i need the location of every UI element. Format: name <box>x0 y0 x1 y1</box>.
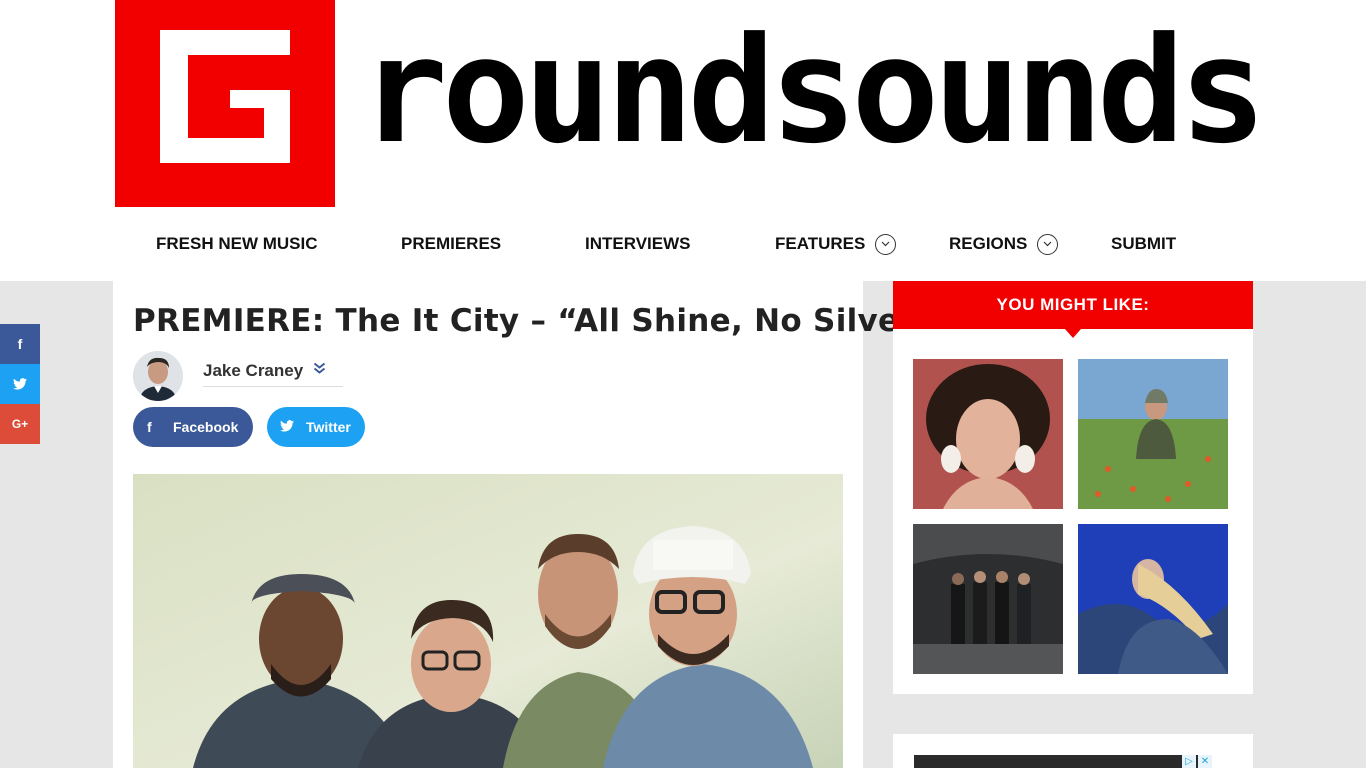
facebook-icon: f <box>17 336 23 352</box>
related-post-thumbnail[interactable] <box>913 359 1063 509</box>
author-divider <box>203 386 343 387</box>
twitter-bird-icon <box>280 419 306 435</box>
twitter-bird-icon <box>13 378 27 390</box>
related-post-thumbnail[interactable] <box>1078 359 1228 509</box>
nav-regions[interactable]: REGIONS <box>949 222 1059 266</box>
sidebar-heading: YOU MIGHT LIKE: <box>893 281 1253 329</box>
share-twitter-pill-button[interactable]: Twitter <box>267 407 365 447</box>
author-name[interactable]: Jake Craney <box>203 361 303 381</box>
advertisement-widget: ▷ ✕ <box>893 734 1253 768</box>
heading-pointer <box>1065 329 1081 338</box>
share-twitter-button[interactable] <box>0 364 40 404</box>
nav-label: INTERVIEWS <box>585 234 691 253</box>
nav-label: REGIONS <box>949 234 1028 253</box>
double-chevron-down-icon[interactable] <box>313 362 326 378</box>
main-nav: FRESH NEW MUSIC PREMIERES INTERVIEWS FEA… <box>0 222 1366 266</box>
nav-label: PREMIERES <box>401 234 502 253</box>
share-facebook-pill-button[interactable]: f Facebook <box>133 407 253 447</box>
nav-features[interactable]: FEATURES <box>775 222 897 266</box>
logo-g-shape <box>160 30 290 163</box>
nav-submit[interactable]: SUBMIT <box>1111 222 1176 266</box>
nav-fresh-new-music[interactable]: FRESH NEW MUSIC <box>156 222 318 266</box>
nav-label: FRESH NEW MUSIC <box>156 234 318 253</box>
nav-label: FEATURES <box>775 234 866 253</box>
floating-share-bar: f G+ <box>0 324 40 444</box>
hero-band-photo <box>133 474 843 768</box>
nav-premieres[interactable]: PREMIERES <box>401 222 501 266</box>
twitter-label: Twitter <box>306 419 351 435</box>
ad-choices-icon[interactable]: ▷ <box>1182 755 1196 768</box>
post-title: PREMIERE: The It City – “All Shine, No S… <box>133 303 937 339</box>
share-facebook-button[interactable]: f <box>0 324 40 364</box>
chevron-down-icon[interactable] <box>875 233 897 255</box>
author-avatar[interactable] <box>133 351 183 401</box>
related-post-thumbnail[interactable] <box>913 524 1063 674</box>
site-header: roundsounds FRESH NEW MUSIC PREMIERES IN… <box>0 0 1366 281</box>
related-post-thumbnail[interactable] <box>1078 524 1228 674</box>
chevron-down-icon[interactable] <box>1037 233 1059 255</box>
google-plus-icon: G+ <box>11 417 29 431</box>
ad-controls: ▷ ✕ <box>1182 755 1212 768</box>
article-main: PREMIERE: The It City – “All Shine, No S… <box>113 281 936 768</box>
nav-label: SUBMIT <box>1111 234 1177 253</box>
nav-interviews[interactable]: INTERVIEWS <box>585 222 690 266</box>
sidebar-you-might-like: YOU MIGHT LIKE: <box>893 281 1253 694</box>
share-google-plus-button[interactable]: G+ <box>0 404 40 444</box>
logo-g-icon[interactable] <box>115 0 335 207</box>
close-icon[interactable]: ✕ <box>1198 755 1212 768</box>
logo-wordmark[interactable]: roundsounds <box>360 18 1267 164</box>
ad-banner[interactable]: ▷ ✕ <box>914 755 1212 768</box>
facebook-label: Facebook <box>173 419 239 435</box>
facebook-icon: f <box>147 419 152 435</box>
